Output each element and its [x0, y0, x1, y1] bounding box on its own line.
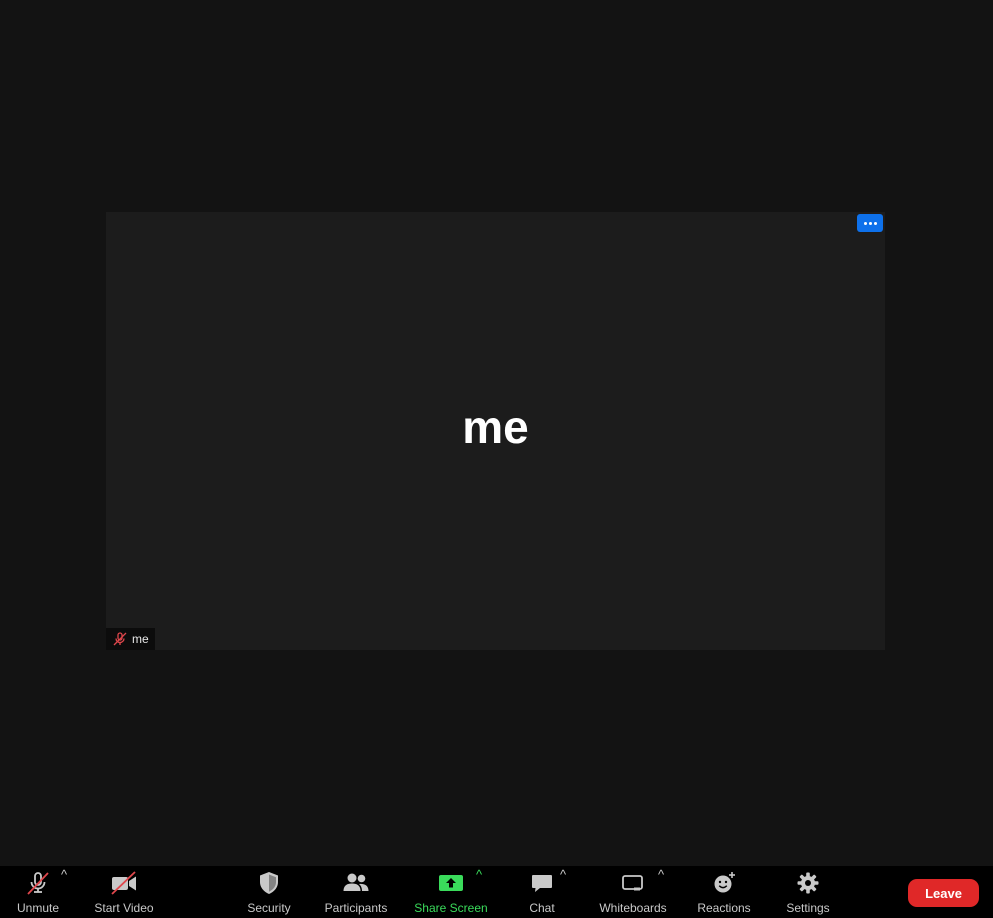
gear-icon — [794, 869, 822, 897]
share-screen-label: Share Screen — [414, 901, 488, 915]
security-label: Security — [247, 901, 291, 915]
more-dot — [868, 221, 872, 225]
meeting-stage: me me — [0, 0, 993, 866]
muted-microphone-icon — [113, 632, 127, 646]
participant-display-name: me — [462, 401, 529, 453]
people-icon — [342, 869, 370, 897]
participant-name-text: me — [132, 632, 149, 646]
more-dot — [863, 221, 867, 225]
whiteboards-label: Whiteboards — [599, 901, 667, 915]
shield-icon — [255, 869, 283, 897]
participant-name-label: me — [106, 628, 155, 650]
participants-button[interactable]: Participants — [321, 866, 391, 918]
start-video-label: Start Video — [94, 901, 154, 915]
participant-video-tile[interactable]: me me — [106, 212, 885, 650]
more-dot — [873, 221, 877, 225]
chat-button[interactable]: Chat — [520, 866, 564, 918]
reactions-label: Reactions — [697, 901, 751, 915]
settings-button[interactable]: Settings — [781, 866, 835, 918]
start-video-button[interactable]: Start Video — [89, 866, 159, 918]
whiteboard-icon — [619, 869, 647, 897]
chat-label: Chat — [529, 901, 555, 915]
settings-label: Settings — [786, 901, 830, 915]
security-button[interactable]: Security — [239, 866, 299, 918]
reactions-button[interactable]: Reactions — [695, 866, 753, 918]
smiley-add-icon — [710, 869, 738, 897]
audio-options-caret[interactable]: ^ — [61, 868, 67, 882]
muted-microphone-icon — [24, 869, 52, 897]
unmute-button[interactable]: Unmute — [8, 866, 68, 918]
chat-bubble-icon — [528, 869, 556, 897]
tile-more-options-button[interactable] — [857, 214, 883, 232]
meeting-toolbar: Unmute ^ Start Video Security Participan… — [0, 866, 993, 918]
leave-button[interactable]: Leave — [908, 879, 979, 907]
share-up-arrow-icon — [437, 869, 465, 897]
share-options-caret[interactable]: ^ — [476, 868, 482, 882]
participants-label: Participants — [324, 901, 388, 915]
unmute-label: Unmute — [16, 901, 60, 915]
whiteboards-options-caret[interactable]: ^ — [658, 868, 664, 882]
video-off-icon — [110, 869, 138, 897]
chat-options-caret[interactable]: ^ — [560, 868, 566, 882]
